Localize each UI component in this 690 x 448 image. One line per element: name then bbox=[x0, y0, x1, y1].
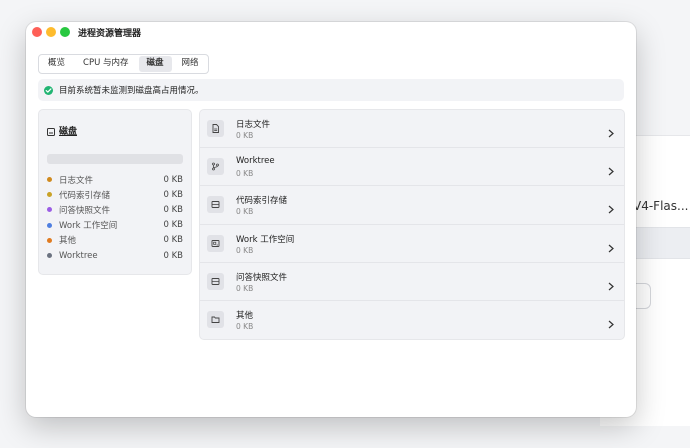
disk-icon bbox=[47, 121, 55, 140]
folder-icon bbox=[207, 310, 224, 328]
workspace-icon bbox=[207, 234, 224, 252]
tab-network[interactable]: 网络 bbox=[174, 56, 207, 72]
legend-item: 代码索引存储 0 KB bbox=[47, 187, 183, 202]
tab-overview[interactable]: 概览 bbox=[40, 56, 73, 72]
legend-value: 0 KB bbox=[163, 174, 183, 185]
list-item-logs[interactable]: 日志文件 0 KB bbox=[200, 110, 624, 149]
legend-item: Worktree 0 KB bbox=[47, 248, 183, 263]
item-name: 日志文件 bbox=[236, 120, 271, 130]
legend-value: 0 KB bbox=[163, 204, 183, 215]
item-size: 0 KB bbox=[236, 245, 254, 255]
list-item-workspace[interactable]: Work 工作空间 0 KB bbox=[200, 225, 624, 263]
legend-label: 其他 bbox=[59, 236, 77, 247]
item-name: Worktree bbox=[236, 156, 275, 167]
legend-dot bbox=[47, 253, 52, 259]
minimize-window-button[interactable] bbox=[46, 27, 56, 37]
list-item-worktree[interactable]: Worktree 0 KB bbox=[200, 148, 624, 187]
legend-dot bbox=[47, 222, 52, 228]
document-icon bbox=[207, 120, 224, 137]
tab-cpu-memory[interactable]: CPU 与内存 bbox=[75, 56, 137, 72]
legend-dot bbox=[47, 207, 52, 213]
legend-value: 0 KB bbox=[163, 235, 183, 246]
legend-item: 日志文件 0 KB bbox=[47, 172, 183, 187]
snapshot-icon bbox=[207, 272, 224, 290]
legend-dot bbox=[47, 237, 52, 243]
legend-item: 问答快照文件 0 KB bbox=[47, 202, 183, 217]
legend-value: 0 KB bbox=[163, 220, 183, 231]
legend-label: Worktree bbox=[59, 250, 98, 261]
legend-label: 代码索引存储 bbox=[59, 190, 111, 201]
legend-label: 问答快照文件 bbox=[59, 205, 111, 216]
item-size: 0 KB bbox=[236, 283, 254, 293]
legend-item: Work 工作空间 0 KB bbox=[47, 218, 183, 233]
disk-header: 磁盘 bbox=[47, 121, 77, 140]
tab-bar: 概览 CPU 与内存 磁盘 网络 bbox=[38, 54, 209, 74]
item-size: 0 KB bbox=[236, 321, 254, 331]
chevron-right-icon bbox=[608, 199, 614, 218]
item-name: 代码索引存储 bbox=[236, 196, 288, 207]
disk-summary-panel: 磁盘 日志文件 0 KB 代码索引存储 0 KB 问答快照文件 0 KB Work 工… bbox=[38, 109, 192, 275]
background-model-name: V4-Flas...M bbox=[633, 199, 690, 213]
storage-category-list: 日志文件 0 KB Worktree 0 KB 代码索引存储 0 KB Work… bbox=[199, 109, 625, 340]
status-banner: 目前系统暂未监测到磁盘高占用情况。 bbox=[38, 79, 624, 101]
list-item-code-index[interactable]: 代码索引存储 0 KB bbox=[200, 186, 624, 225]
legend-label: 日志文件 bbox=[59, 175, 94, 186]
disk-legend: 日志文件 0 KB 代码索引存储 0 KB 问答快照文件 0 KB Work 工作空间… bbox=[47, 172, 183, 263]
chevron-right-icon bbox=[608, 161, 614, 180]
item-size: 0 KB bbox=[236, 131, 254, 140]
item-name: Work 工作空间 bbox=[236, 234, 295, 245]
item-name: 其他 bbox=[236, 310, 254, 321]
database-icon bbox=[207, 196, 224, 214]
chevron-right-icon bbox=[608, 238, 614, 257]
tab-disk[interactable]: 磁盘 bbox=[138, 56, 172, 72]
background-model-text: V4-Flas... bbox=[633, 199, 689, 213]
chevron-right-icon bbox=[608, 123, 614, 142]
branch-icon bbox=[207, 158, 224, 176]
window-title: 进程资源管理器 bbox=[78, 29, 142, 39]
item-name: 问答快照文件 bbox=[236, 272, 288, 283]
check-circle-icon bbox=[44, 85, 53, 95]
close-window-button[interactable] bbox=[32, 27, 42, 37]
legend-dot bbox=[47, 177, 52, 183]
chevron-right-icon bbox=[608, 276, 614, 295]
list-item-other[interactable]: 其他 0 KB bbox=[200, 301, 624, 338]
list-item-qa-snapshots[interactable]: 问答快照文件 0 KB bbox=[200, 263, 624, 301]
legend-label: Work 工作空间 bbox=[59, 221, 118, 232]
legend-item: 其他 0 KB bbox=[47, 233, 183, 248]
status-message: 目前系统暂未监测到磁盘高占用情况。 bbox=[59, 86, 204, 96]
legend-value: 0 KB bbox=[163, 189, 183, 200]
disk-title: 磁盘 bbox=[59, 127, 78, 137]
disk-usage-bar bbox=[47, 154, 183, 164]
item-size: 0 KB bbox=[236, 207, 254, 217]
title-bar: 进程资源管理器 bbox=[26, 22, 636, 44]
process-resource-manager-window: 进程资源管理器 概览 CPU 与内存 磁盘 网络 目前系统暂未监测到磁盘高占用情… bbox=[26, 22, 636, 417]
chevron-right-icon bbox=[608, 314, 614, 333]
item-size: 0 KB bbox=[236, 169, 254, 179]
legend-value: 0 KB bbox=[163, 250, 183, 261]
legend-dot bbox=[47, 192, 52, 198]
maximize-window-button[interactable] bbox=[60, 27, 70, 37]
